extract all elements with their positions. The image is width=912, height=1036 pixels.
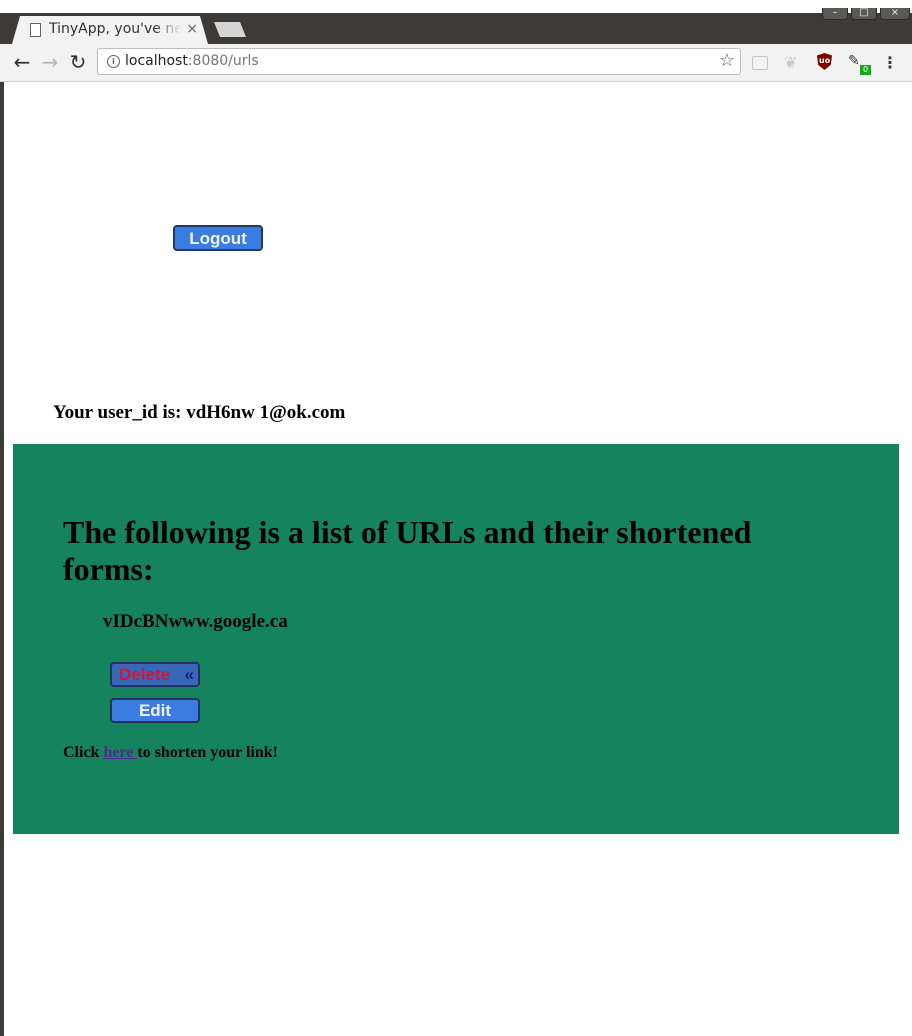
window-controls: – □ × (822, 8, 910, 20)
url-path: :8080/urls (187, 53, 259, 69)
browser-tab[interactable]: TinyApp, you've never × (12, 16, 208, 44)
user-id-text: Your user_id is: vdH6nw 1@ok.com (53, 402, 346, 423)
maximize-button[interactable]: □ (851, 8, 877, 20)
menu-kebab-icon[interactable]: ⋮ (882, 53, 898, 72)
minimize-button[interactable]: – (822, 8, 848, 20)
page-icon (30, 23, 41, 37)
bookmark-star-icon[interactable]: ☆ (719, 50, 735, 71)
url-text[interactable]: localhost:8080/urls (125, 53, 259, 69)
title-bar: – □ × TinyApp, you've never × (0, 0, 912, 44)
delete-button[interactable]: Delete « (110, 662, 200, 687)
delete-label: Delete (119, 665, 171, 684)
browser-toolbar: ← → ↻ i localhost:8080/urls ☆ ❦ uo ✎ ⋮ (0, 44, 912, 82)
shorten-here-link[interactable]: here (103, 744, 137, 761)
shorten-prompt: Click here to shorten your link! (63, 744, 278, 762)
tab-title: TinyApp, you've never (49, 21, 181, 37)
info-icon[interactable]: i (107, 55, 120, 68)
url-list-panel: The following is a list of URLs and thei… (13, 444, 899, 834)
page-viewport: Logout Your user_id is: vdH6nw 1@ok.com … (0, 82, 912, 1036)
url-host: localhost (125, 53, 188, 69)
ublock-shield-icon[interactable]: uo (817, 53, 832, 70)
forward-arrow-icon[interactable]: → (38, 50, 62, 74)
extension-badge: 0 (860, 65, 871, 75)
tab-close-icon[interactable]: × (186, 21, 198, 37)
back-arrow-icon[interactable]: ← (10, 50, 34, 74)
double-chevron-icon: « (184, 665, 194, 684)
edit-button[interactable]: Edit (110, 698, 200, 723)
extension-leaf-icon[interactable]: ❦ (784, 53, 802, 72)
page-heading: The following is a list of URLs and thei… (63, 514, 752, 587)
address-bar[interactable]: i localhost:8080/urls ☆ (97, 48, 741, 75)
url-list-item: vIDcBNwww.google.ca (103, 611, 288, 632)
shorten-prefix: Click (63, 744, 104, 761)
logout-button[interactable]: Logout (173, 225, 263, 251)
extension-doc-icon[interactable] (752, 56, 768, 70)
reload-icon[interactable]: ↻ (66, 50, 90, 74)
shorten-suffix: to shorten your link! (137, 744, 278, 761)
close-window-button[interactable]: × (880, 8, 910, 20)
